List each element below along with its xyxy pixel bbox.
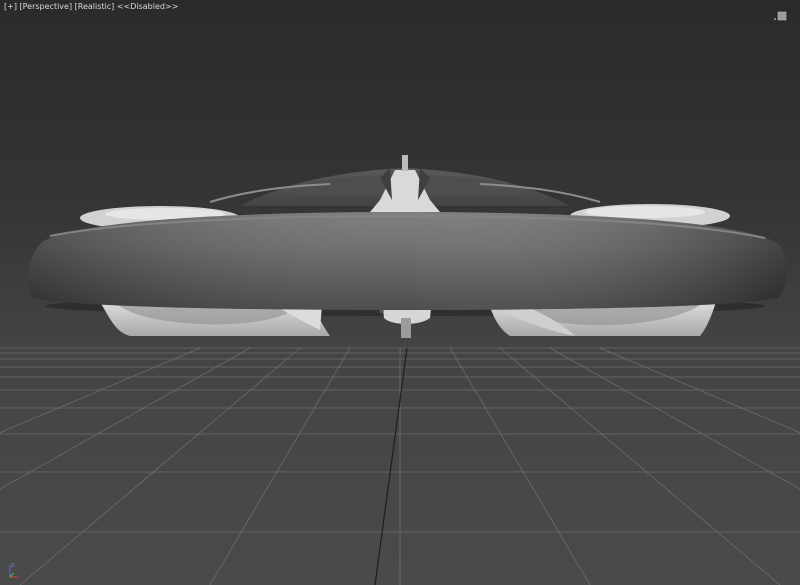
viewcube-icon[interactable] — [772, 10, 788, 24]
grid-center-axis — [374, 347, 408, 585]
viewport-menu-plus[interactable]: [+] — [4, 2, 17, 11]
perspective-viewport[interactable]: [+] [Perspective] [Realistic] <<Disabled… — [0, 0, 800, 585]
viewport-label: [+] [Perspective] [Realistic] <<Disabled… — [4, 2, 178, 11]
outer-rim — [27, 212, 788, 310]
axis-z-label: z — [11, 562, 14, 569]
viewport-menu-disabled[interactable]: <<Disabled>> — [117, 2, 179, 11]
scene-canvas — [0, 155, 800, 585]
axis-tripod-icon: z — [9, 562, 18, 578]
viewport-menu-perspective[interactable]: [Perspective] — [20, 2, 73, 11]
ground-grid — [0, 347, 800, 585]
viewport-menu-shading[interactable]: [Realistic] — [75, 2, 115, 11]
